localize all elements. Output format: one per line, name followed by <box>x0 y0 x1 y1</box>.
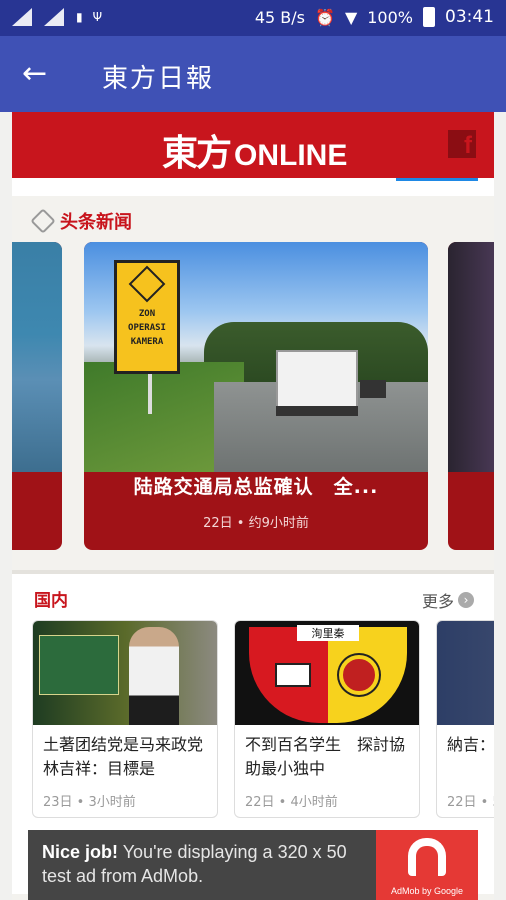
app-bar: ← 東方日報 <box>0 36 506 112</box>
headline-photo: ZON OPERASI KAMERA <box>84 242 428 472</box>
news-thumbnail <box>437 621 494 725</box>
carousel-slide-next[interactable] <box>448 242 494 550</box>
headlines-title: 头条新闻 <box>60 212 132 233</box>
domestic-cards[interactable]: 土著团结党是马来政党 林吉祥：目標是 23日 • 3小时前 洵里秦 不到百名学生… <box>32 620 494 820</box>
admob-icon <box>408 838 446 876</box>
sim-icon: ▮ <box>76 10 83 24</box>
site-banner: 東方 ONLINE f <box>12 112 494 178</box>
content: 東方 ONLINE f 头条新闻 ZON OPERASI KAMERA 陆路交通… <box>12 112 494 900</box>
alarm-icon: ⏰ <box>315 7 335 27</box>
news-thumbnail: 洵里秦 <box>235 621 419 725</box>
news-title: 納吉：大马會 <box>447 735 494 754</box>
admob-banner[interactable]: Nice job! You're displaying a 320 x 50 t… <box>28 830 478 900</box>
tab-indicator <box>12 178 494 196</box>
signal-2-icon <box>44 8 66 26</box>
headline-caption: 陆路交通局总监確认 全... <box>133 476 379 498</box>
headlines-header: 头条新闻 <box>30 208 132 234</box>
net-speed: 45 B/s <box>254 7 306 27</box>
tag-icon <box>30 208 56 234</box>
headlines-carousel[interactable]: ZON OPERASI KAMERA 陆路交通局总监確认 全... 22日 • … <box>12 242 494 552</box>
site-logo[interactable]: 東方 ONLINE <box>162 124 347 176</box>
facebook-icon[interactable]: f <box>448 130 476 159</box>
carousel-slide-current[interactable]: ZON OPERASI KAMERA 陆路交通局总监確认 全... 22日 • … <box>84 242 428 550</box>
wifi-icon: ▼ <box>344 7 358 27</box>
news-time: 23日 • 3小时前 <box>43 795 136 810</box>
admob-logo: AdMob by Google <box>376 830 478 900</box>
usb-icon: Ψ <box>92 10 103 24</box>
news-card[interactable]: 土著团结党是马来政党 林吉祥：目標是 23日 • 3小时前 <box>32 620 218 818</box>
battery-percent: 100% <box>367 7 413 27</box>
domestic-title: 国内 <box>34 591 68 611</box>
ad-text: Nice job! You're displaying a 320 x 50 t… <box>42 842 347 886</box>
chevron-right-icon: › <box>458 592 474 608</box>
news-thumbnail <box>33 621 217 725</box>
news-time: 22日 • 5 <box>447 795 494 810</box>
news-card[interactable]: 納吉：大马會 22日 • 5 <box>436 620 494 818</box>
headline-meta: 22日 • 约9小时前 <box>203 516 309 531</box>
app-title: 東方日報 <box>102 64 215 94</box>
status-bar: ▮ Ψ 45 B/s ⏰ ▼ 100% 03:41 <box>0 0 506 36</box>
clock: 03:41 <box>445 7 494 27</box>
back-arrow-icon[interactable]: ← <box>22 56 58 92</box>
news-card[interactable]: 洵里秦 不到百名学生 探討協助最小独中 22日 • 4小时前 <box>234 620 420 818</box>
carousel-slide-previous[interactable] <box>12 242 62 550</box>
road-sign: ZON OPERASI KAMERA <box>114 260 180 374</box>
signal-1-icon <box>12 8 34 26</box>
more-button[interactable]: 更多 › <box>422 588 474 612</box>
news-title: 不到百名学生 探討協助最小独中 <box>245 735 406 778</box>
news-time: 22日 • 4小时前 <box>245 795 338 810</box>
battery-icon <box>423 7 435 27</box>
news-title: 土著团结党是马来政党 林吉祥：目標是 <box>43 735 213 778</box>
